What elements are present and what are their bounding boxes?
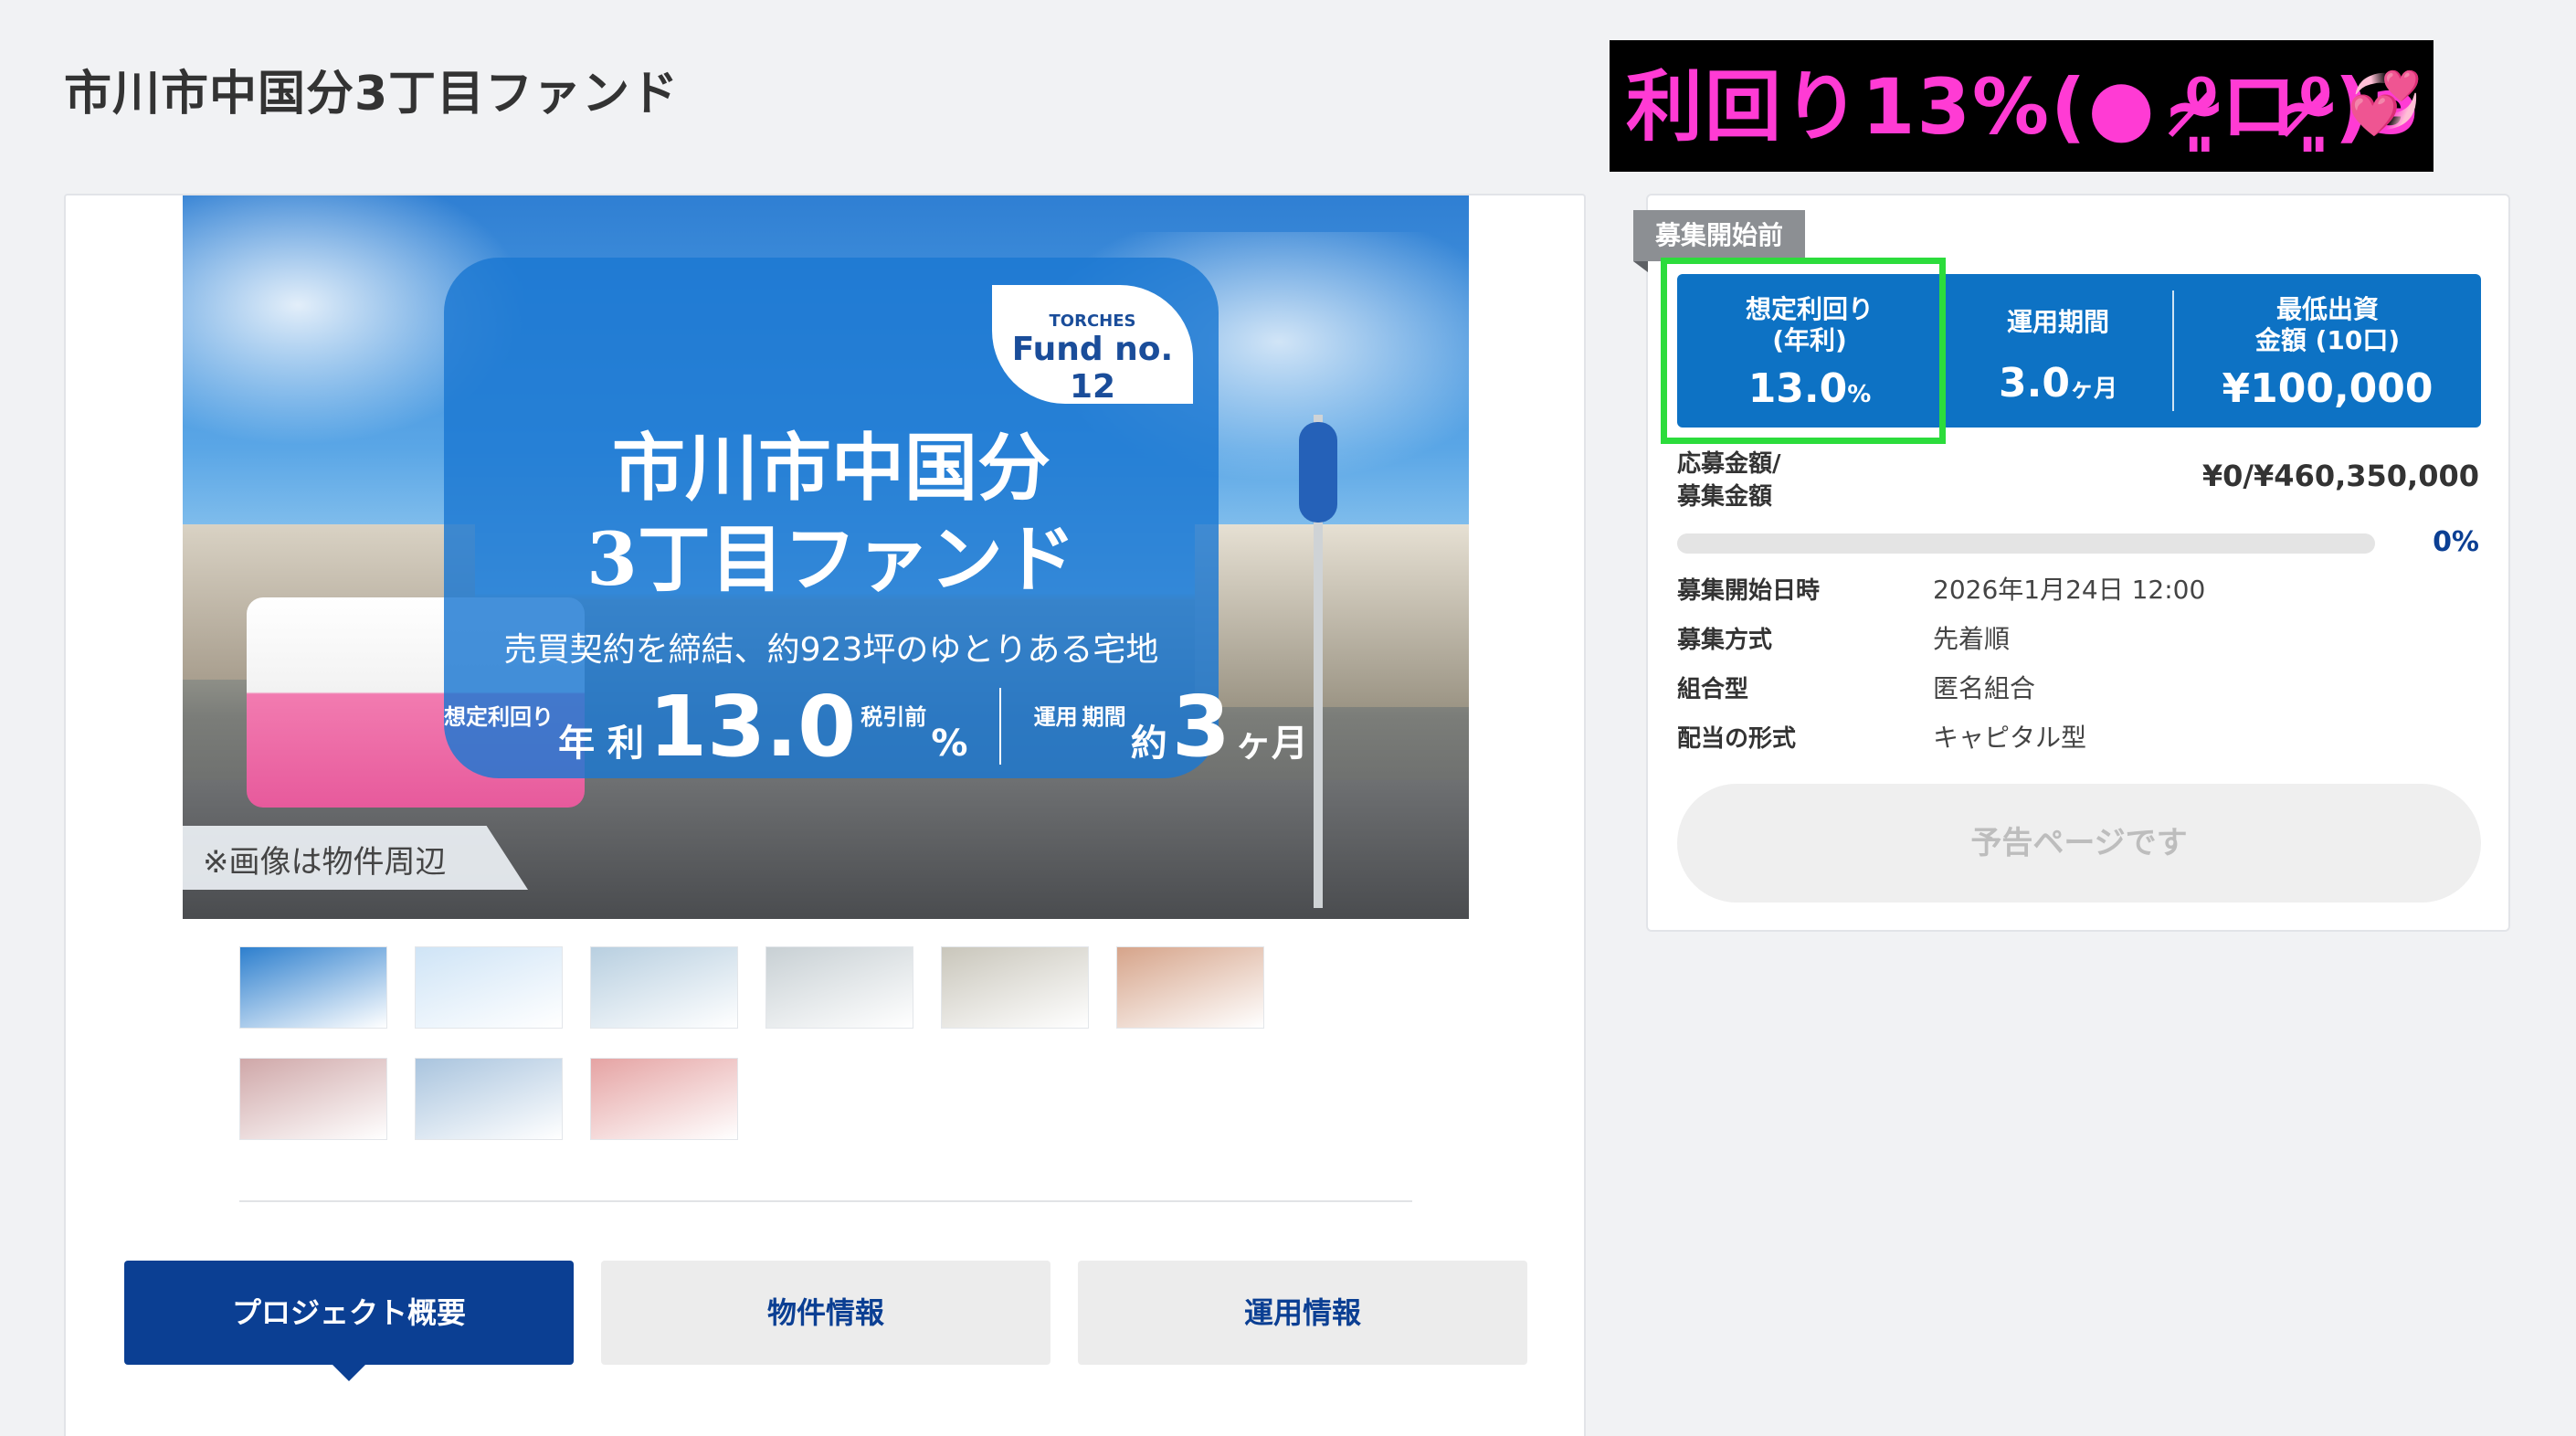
progress-bar	[1677, 533, 2375, 554]
hero-term-prefix: 約	[1130, 723, 1167, 765]
thumbnail-points-slide[interactable]	[415, 946, 563, 1029]
thumbnail-city-skyline[interactable]	[415, 1058, 563, 1140]
thumbnail-campaign-banner[interactable]	[590, 1058, 738, 1140]
hero-title-line1: 市川市中国分	[612, 425, 1050, 511]
stat-term: 運用期間 3.0ヶ月	[1944, 274, 2172, 428]
hero-term-unit: ヶ月	[1234, 723, 1308, 765]
amount-value: ¥0/¥460,350,000	[2201, 459, 2479, 493]
thumbnail-street-view[interactable]	[765, 946, 913, 1029]
hero-yield-note: 税引前	[860, 704, 927, 730]
tab-project-overview[interactable]: プロジェクト概要	[124, 1261, 574, 1381]
detail-value-method: 先着順	[1933, 624, 2011, 654]
detail-key-dividend: 配当の形式	[1677, 725, 1797, 753]
buildings-right	[1195, 524, 1469, 707]
status-badge: 募集開始前	[1633, 210, 1806, 272]
hero-stats-divider	[999, 688, 1002, 765]
thumbnail-station-tower[interactable]	[590, 946, 738, 1029]
thumbnail-autumn-trees[interactable]	[1116, 946, 1264, 1029]
amount-label: 応募金額/ 募集金額	[1677, 448, 1781, 513]
page-title: 市川市中国分3丁目ファンド	[64, 67, 680, 121]
detail-value-start-date: 2026年1月24日 12:00	[1933, 575, 2206, 605]
preview-page-button[interactable]: 予告ページです	[1677, 784, 2481, 903]
detail-value-partnership: 匿名組合	[1933, 673, 2036, 703]
tab-property-info[interactable]: 物件情報	[601, 1261, 1050, 1365]
progress-percent: 0%	[2433, 526, 2479, 558]
hero-yield-label-top: 想定利回り	[444, 704, 554, 730]
fund-badge: TORCHES Fund no. 12	[992, 285, 1193, 406]
detail-key-partnership: 組合型	[1677, 676, 1749, 703]
amount-label-line2: 募集金額	[1677, 483, 1773, 511]
fund-summary-card: 募集開始前 想定利回り (年利) 13.0% 運用期間 3.0ヶ月 最低出資 金…	[1633, 194, 2510, 932]
detail-value-dividend: キャピタル型	[1933, 723, 2087, 753]
stat-min-label1: 最低出資	[2275, 294, 2379, 324]
heart-icon: 💞	[2347, 68, 2423, 138]
highlight-box	[1661, 258, 1946, 444]
detail-key-method: 募集方式	[1677, 627, 1773, 654]
hero-panel: TORCHES Fund no. 12 市川市中国分 3丁目ファンド 売買契約を…	[444, 258, 1308, 778]
stat-term-label: 運用期間	[2006, 307, 2109, 337]
project-card: TORCHES Fund no. 12 市川市中国分 3丁目ファンド 売買契約を…	[64, 194, 1586, 1436]
hero-title-line2: 3丁目ファンド	[586, 516, 1076, 602]
tab-operation-info[interactable]: 運用情報	[1078, 1261, 1527, 1365]
hero-yield-unit: %	[931, 723, 968, 765]
hero-yield-label: 年 利	[558, 723, 645, 765]
image-note: ※画像は物件周辺	[183, 826, 528, 890]
section-divider	[239, 1200, 1412, 1202]
stat-min-value: ¥100,000	[2222, 365, 2433, 412]
thumbnail-rose-garden[interactable]	[239, 1058, 387, 1140]
hero-image[interactable]: TORCHES Fund no. 12 市川市中国分 3丁目ファンド 売買契約を…	[183, 195, 1469, 919]
hero-term-label-top: 運用	[1033, 704, 1078, 730]
hero-term-label-bottom: 期間	[1082, 704, 1126, 730]
detail-key-start-date: 募集開始日時	[1677, 577, 1821, 605]
hero-term-value: 3	[1171, 678, 1230, 776]
hero-stats: 想定利回り 年 利 13.0 税引前 % 運用 期間 約 3 ヶ月	[444, 678, 1308, 776]
hero-title: 市川市中国分 3丁目ファンド	[444, 422, 1219, 605]
road-sign	[1299, 422, 1337, 523]
stat-term-value: 3.0	[1999, 360, 2070, 407]
yield-banner: 利回り13%(● ⁰̷̴͈ロ⁰̷̴͈)϶ 💞	[1610, 40, 2433, 172]
stat-min-label2: 金額 (10口)	[2254, 325, 2401, 355]
stat-term-unit: ヶ月	[2069, 375, 2117, 403]
fund-badge-brand: TORCHES	[1049, 311, 1136, 331]
thumbnail-building-view[interactable]	[941, 946, 1089, 1029]
banner-text: 利回り13%(● ⁰̷̴͈ロ⁰̷̴͈)϶	[1626, 62, 2423, 152]
stat-min-investment: 最低出資 金額 (10口) ¥100,000	[2174, 274, 2481, 428]
thumbnail-hero-cover[interactable]	[239, 946, 387, 1029]
amount-label-line1: 応募金額/	[1677, 450, 1781, 478]
hero-subtitle: 売買契約を締結、約923坪のゆとりある宅地	[503, 631, 1159, 669]
hero-yield-value: 13.0	[649, 678, 857, 776]
fund-badge-number: Fund no. 12	[1011, 331, 1174, 406]
